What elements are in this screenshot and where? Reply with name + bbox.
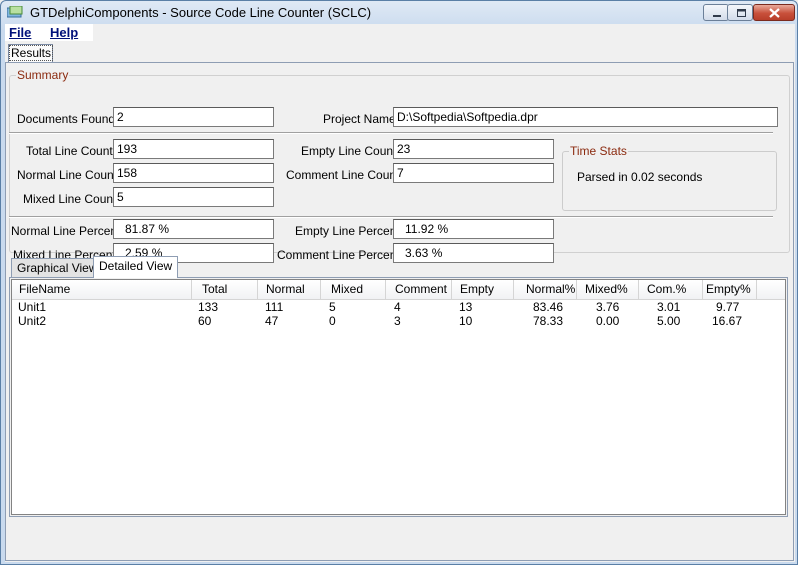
cell-normal: 47 [265, 314, 279, 328]
cell-com-percent: 5.00 [657, 314, 681, 328]
documents-found-field[interactable]: 2 [113, 107, 274, 127]
cell-empty-percent: 16.67 [712, 314, 743, 328]
tab-results-label: Results [9, 45, 54, 61]
column-header-total[interactable]: Total [192, 280, 258, 299]
close-button[interactable] [753, 4, 795, 21]
empty-line-count-label: Empty Line Count : [301, 144, 404, 158]
tab-detailed-view-label: Detailed View [99, 259, 173, 273]
cell-filename: Unit2 [18, 314, 47, 328]
mixed-line-count-field[interactable]: 5 [113, 187, 274, 207]
cell-filename: Unit1 [18, 300, 47, 314]
comment-line-count-label: Comment Line Count : [286, 168, 407, 182]
normal-line-percent-field[interactable]: 81.87 % [113, 219, 274, 239]
column-header-empty-percent[interactable]: Empty% [703, 280, 757, 299]
menu-help[interactable]: Help [50, 25, 78, 40]
column-header-normal-percent[interactable]: Normal% [514, 280, 577, 299]
menu-bar: File Help [5, 24, 93, 41]
maximize-button[interactable] [727, 4, 753, 21]
table-row[interactable]: Unit2 60 47 0 3 10 78.33 0.00 5.00 16.67 [12, 314, 785, 328]
column-header-empty[interactable]: Empty [452, 280, 514, 299]
cell-mixed-percent: 3.76 [596, 300, 620, 314]
normal-line-count-field[interactable]: 158 [113, 163, 274, 183]
cell-mixed: 5 [329, 300, 336, 314]
empty-line-count-field[interactable]: 23 [393, 139, 554, 159]
empty-line-percent-field[interactable]: 11.92 % [393, 219, 554, 239]
column-header-comment[interactable]: Comment [386, 280, 452, 299]
total-line-count-label: Total Line Count : [26, 144, 120, 158]
tab-detailed-view[interactable]: Detailed View [93, 256, 179, 278]
column-header-mixed-percent[interactable]: Mixed% [577, 280, 639, 299]
app-window: GTDelphiComponents - Source Code Line Co… [0, 0, 798, 565]
project-name-label: Project Name: [323, 112, 400, 126]
menu-file[interactable]: File [9, 25, 31, 40]
empty-line-percent-label: Empty Line Percent: [295, 224, 404, 238]
mixed-line-count-label: Mixed Line Count : [23, 192, 124, 206]
time-stats-group: Time Stats Parsed in 0.02 seconds [562, 144, 777, 211]
normal-line-percent-label: Normal Line Percent: [11, 224, 124, 238]
cell-mixed-percent: 0.00 [596, 314, 620, 328]
table-row[interactable]: Unit1 133 111 5 4 13 83.46 3.76 3.01 9.7… [12, 300, 785, 314]
documents-found-label: Documents Found : [17, 112, 122, 126]
comment-line-count-field[interactable]: 7 [393, 163, 554, 183]
normal-line-count-label: Normal Line Count : [17, 168, 124, 182]
tab-graphical-view[interactable]: Graphical View [11, 258, 104, 277]
comment-line-percent-field[interactable]: 3.63 % [393, 243, 554, 263]
detailed-view-panel: FileName Total Normal Mixed Comment Empt… [9, 277, 788, 517]
window-title: GTDelphiComponents - Source Code Line Co… [30, 5, 372, 20]
cell-comment: 3 [394, 314, 401, 328]
total-line-count-field[interactable]: 193 [113, 139, 274, 159]
tab-graphical-view-label: Graphical View [17, 261, 98, 275]
time-stats-group-title: Time Stats [569, 144, 628, 158]
column-header-com-percent[interactable]: Com.% [639, 280, 703, 299]
column-header-normal[interactable]: Normal [258, 280, 321, 299]
project-name-field[interactable]: D:\Softpedia\Softpedia.dpr [393, 107, 778, 127]
minimize-button[interactable] [703, 4, 729, 21]
cell-normal-percent: 78.33 [533, 314, 564, 328]
parsed-time-text: Parsed in 0.02 seconds [577, 170, 703, 184]
separator [9, 216, 773, 218]
cell-empty: 13 [459, 300, 473, 314]
cell-empty-percent: 9.77 [716, 300, 740, 314]
close-icon [769, 8, 780, 18]
cell-empty: 10 [459, 314, 473, 328]
separator [9, 132, 773, 134]
column-header-mixed[interactable]: Mixed [321, 280, 386, 299]
cell-total: 133 [198, 300, 219, 314]
maximize-icon [737, 9, 746, 17]
cell-total: 60 [198, 314, 212, 328]
title-bar[interactable]: GTDelphiComponents - Source Code Line Co… [1, 1, 797, 24]
cell-normal-percent: 83.46 [533, 300, 564, 314]
cell-mixed: 0 [329, 314, 336, 328]
cell-com-percent: 3.01 [657, 300, 681, 314]
tab-results[interactable]: Results [8, 44, 54, 62]
table-header: FileName Total Normal Mixed Comment Empt… [12, 280, 785, 300]
app-icon [7, 6, 23, 18]
cell-normal: 111 [265, 300, 284, 314]
comment-line-percent-label: Comment Line Percent : [277, 248, 407, 262]
results-table[interactable]: FileName Total Normal Mixed Comment Empt… [11, 279, 786, 515]
cell-comment: 4 [394, 300, 401, 314]
client-area: File Help Results Summary Documents Foun… [5, 24, 795, 562]
summary-group-title: Summary [16, 68, 70, 82]
column-header-filename[interactable]: FileName [12, 280, 192, 299]
